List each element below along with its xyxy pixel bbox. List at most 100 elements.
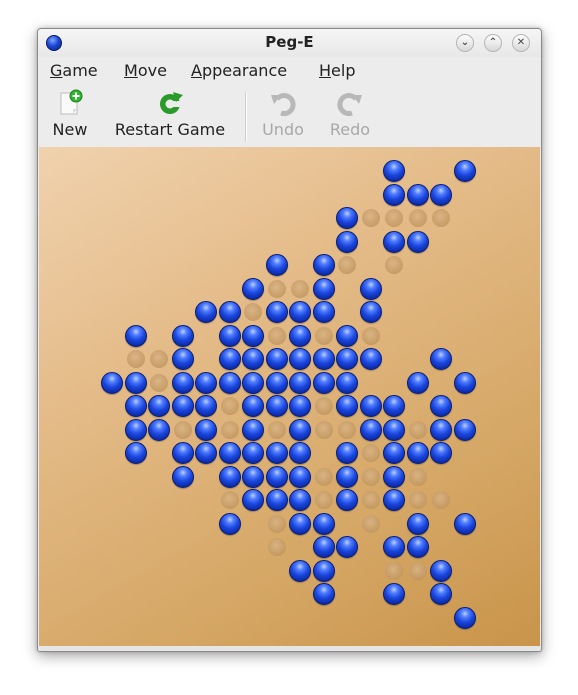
peg[interactable]	[383, 442, 405, 464]
peg[interactable]	[265, 395, 288, 417]
menu-game[interactable]: Game	[50, 61, 98, 80]
empty-hole[interactable]	[338, 420, 356, 439]
peg[interactable]	[406, 536, 429, 558]
peg[interactable]	[242, 465, 264, 488]
empty-hole[interactable]	[408, 467, 427, 486]
peg[interactable]	[218, 512, 241, 535]
peg[interactable]	[336, 489, 358, 511]
peg[interactable]	[406, 230, 429, 253]
peg[interactable]	[406, 442, 429, 464]
empty-hole[interactable]	[314, 420, 333, 439]
peg[interactable]	[336, 230, 358, 253]
peg[interactable]	[265, 301, 288, 323]
peg[interactable]	[406, 371, 429, 394]
peg[interactable]	[336, 442, 358, 464]
peg[interactable]	[289, 418, 311, 441]
peg[interactable]	[242, 418, 264, 441]
peg[interactable]	[289, 489, 311, 511]
peg[interactable]	[242, 277, 264, 300]
peg[interactable]	[124, 418, 147, 441]
peg[interactable]	[336, 207, 358, 229]
peg[interactable]	[406, 512, 429, 535]
peg[interactable]	[453, 606, 476, 629]
peg[interactable]	[336, 324, 358, 347]
empty-hole[interactable]	[220, 491, 239, 509]
empty-hole[interactable]	[267, 514, 286, 533]
peg[interactable]	[383, 465, 405, 488]
peg[interactable]	[289, 442, 311, 464]
empty-hole[interactable]	[361, 467, 380, 486]
peg[interactable]	[265, 442, 288, 464]
peg[interactable]	[289, 348, 311, 370]
peg[interactable]	[218, 348, 241, 370]
menu-appearance[interactable]: Appearance	[191, 61, 287, 80]
peg[interactable]	[289, 465, 311, 488]
peg[interactable]	[406, 183, 429, 206]
peg[interactable]	[336, 371, 358, 394]
peg[interactable]	[242, 442, 264, 464]
peg[interactable]	[171, 348, 194, 370]
peg[interactable]	[195, 371, 217, 394]
peg[interactable]	[289, 371, 311, 394]
peg[interactable]	[242, 395, 264, 417]
peg[interactable]	[453, 512, 476, 535]
peg[interactable]	[148, 395, 170, 417]
empty-hole[interactable]	[314, 397, 333, 415]
empty-hole[interactable]	[361, 444, 380, 462]
peg[interactable]	[359, 301, 382, 323]
empty-hole[interactable]	[267, 326, 286, 345]
redo-button[interactable]: Redo	[325, 87, 375, 143]
peg[interactable]	[336, 465, 358, 488]
empty-hole[interactable]	[314, 491, 333, 509]
empty-hole[interactable]	[361, 209, 380, 227]
peg[interactable]	[453, 418, 476, 441]
peg[interactable]	[289, 324, 311, 347]
peg[interactable]	[101, 371, 123, 394]
peg[interactable]	[430, 395, 452, 417]
peg[interactable]	[242, 489, 264, 511]
empty-hole[interactable]	[385, 256, 403, 274]
menu-help[interactable]: Help	[319, 61, 355, 80]
new-button[interactable]: New	[48, 87, 92, 143]
empty-hole[interactable]	[408, 561, 427, 580]
peg[interactable]	[359, 277, 382, 300]
empty-hole[interactable]	[408, 420, 427, 439]
empty-hole[interactable]	[267, 420, 286, 439]
empty-hole[interactable]	[408, 491, 427, 509]
empty-hole[interactable]	[126, 350, 145, 368]
peg[interactable]	[383, 489, 405, 511]
peg[interactable]	[171, 395, 194, 417]
peg[interactable]	[336, 395, 358, 417]
empty-hole[interactable]	[150, 350, 168, 368]
peg[interactable]	[312, 559, 335, 582]
restart-game-button[interactable]: Restart Game	[108, 87, 232, 143]
peg[interactable]	[218, 324, 241, 347]
peg[interactable]	[171, 371, 194, 394]
peg[interactable]	[289, 395, 311, 417]
peg[interactable]	[242, 371, 264, 394]
peg[interactable]	[218, 442, 241, 464]
empty-hole[interactable]	[432, 209, 450, 227]
peg[interactable]	[312, 371, 335, 394]
title-bar[interactable]: Peg-E ⌄ ⌃ ✕	[38, 29, 541, 57]
peg[interactable]	[289, 512, 311, 535]
peg[interactable]	[312, 536, 335, 558]
peg[interactable]	[383, 418, 405, 441]
peg[interactable]	[430, 583, 452, 605]
peg[interactable]	[195, 418, 217, 441]
peg[interactable]	[383, 160, 405, 182]
peg[interactable]	[265, 465, 288, 488]
peg[interactable]	[336, 536, 358, 558]
peg[interactable]	[430, 442, 452, 464]
peg[interactable]	[265, 348, 288, 370]
empty-hole[interactable]	[267, 279, 286, 298]
peg[interactable]	[383, 583, 405, 605]
peg[interactable]	[383, 183, 405, 206]
empty-hole[interactable]	[408, 209, 427, 227]
peg[interactable]	[242, 348, 264, 370]
peg[interactable]	[453, 160, 476, 182]
empty-hole[interactable]	[314, 326, 333, 345]
minimize-button[interactable]: ⌄	[456, 34, 474, 52]
empty-hole[interactable]	[314, 467, 333, 486]
peg[interactable]	[430, 418, 452, 441]
